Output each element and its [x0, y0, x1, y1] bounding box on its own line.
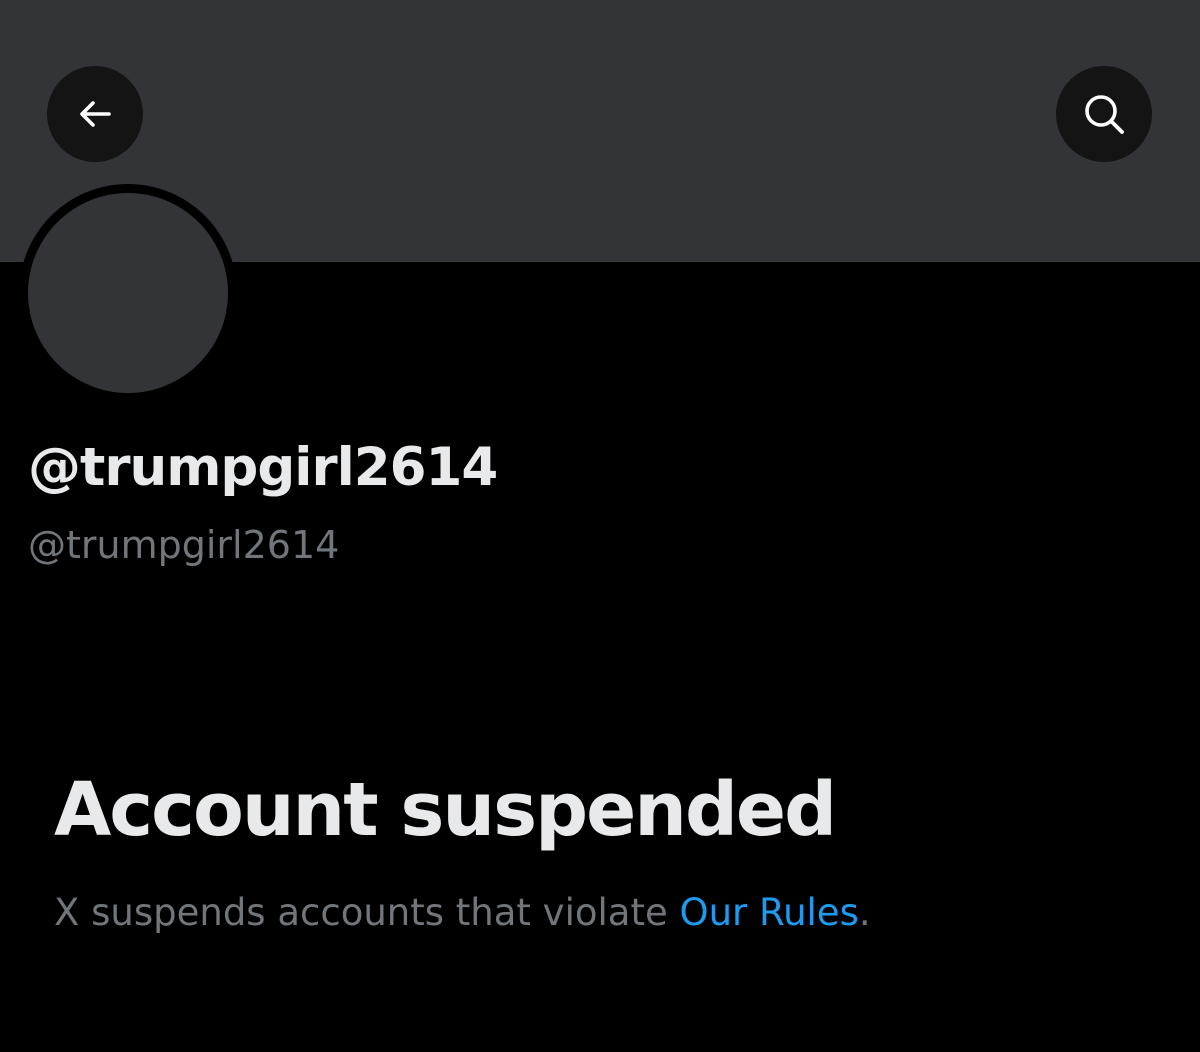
arrow-left-icon	[75, 94, 115, 134]
suspended-description-text: X suspends accounts that violate	[54, 891, 680, 934]
back-button[interactable]	[47, 66, 143, 162]
display-name: @trumpgirl2614	[28, 437, 498, 498]
description-period: .	[858, 891, 871, 934]
suspended-title: Account suspended	[54, 767, 837, 853]
suspended-description: X suspends accounts that violate Our Rul…	[54, 888, 871, 938]
search-button[interactable]	[1056, 66, 1152, 162]
search-icon	[1081, 91, 1127, 137]
user-handle: @trumpgirl2614	[28, 523, 340, 567]
avatar[interactable]	[28, 193, 228, 393]
our-rules-link[interactable]: Our Rules	[679, 891, 858, 934]
